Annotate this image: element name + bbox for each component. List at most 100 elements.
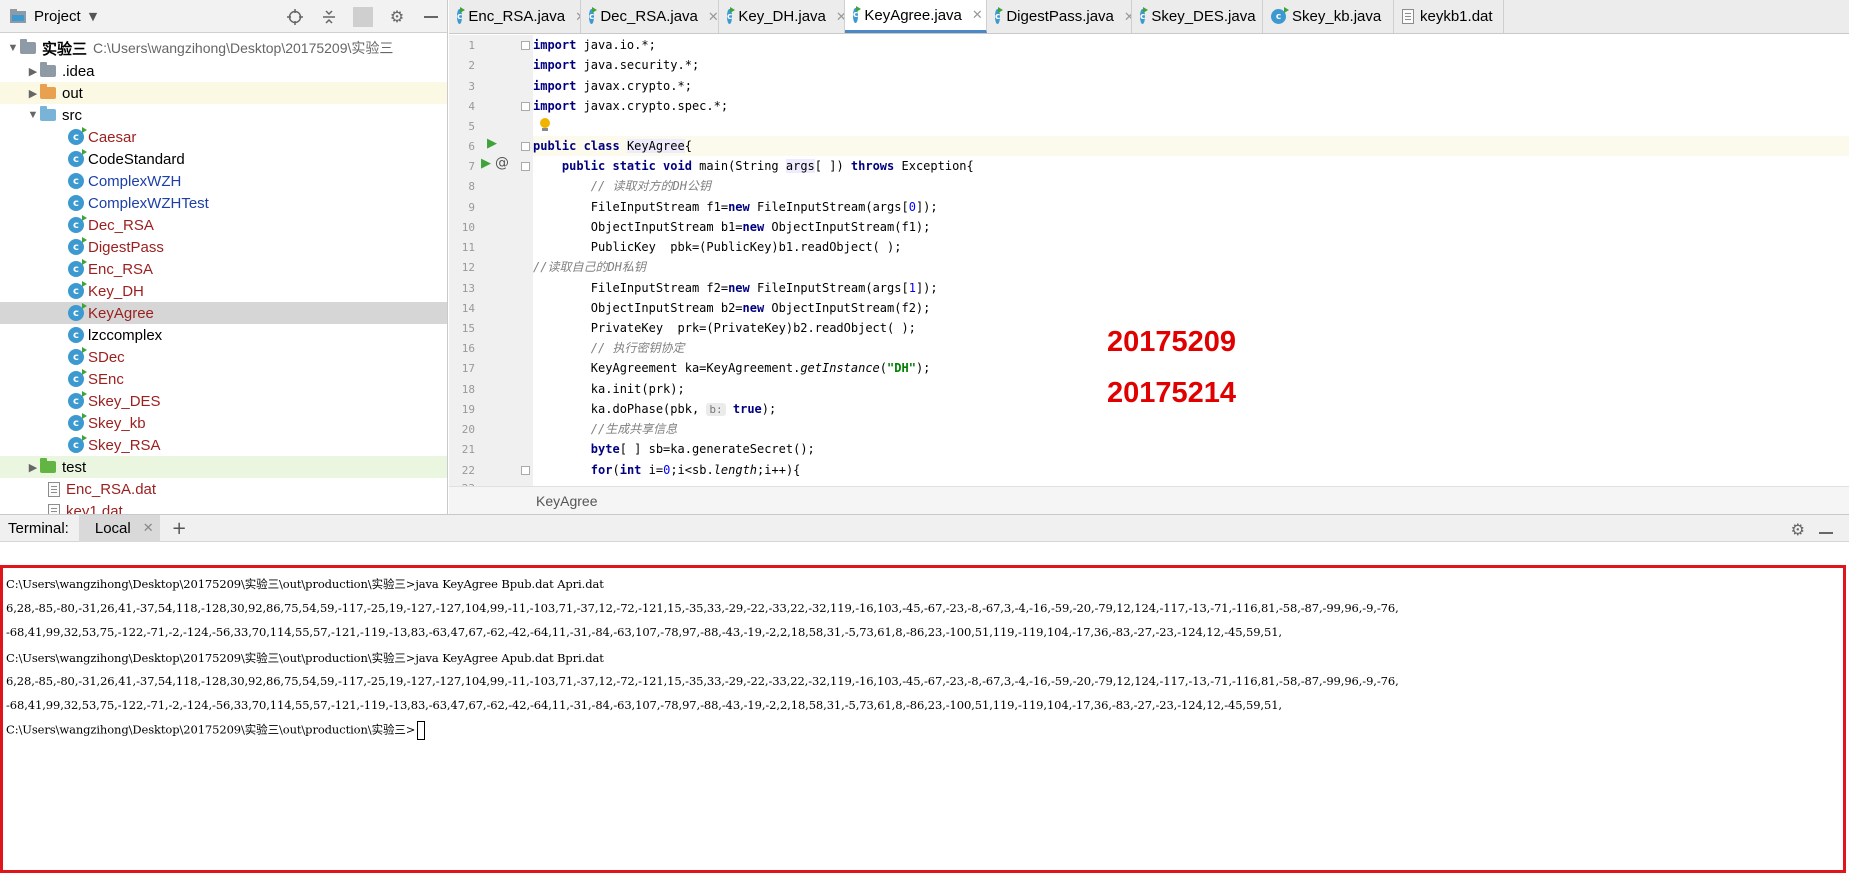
tab-label: KeyAgree.java xyxy=(864,6,962,24)
chevron-down-icon[interactable]: ▼ xyxy=(89,10,97,23)
tab-keyagree[interactable]: c KeyAgree.java ✕ xyxy=(845,0,987,33)
class-icon: c xyxy=(68,127,87,145)
tree-item-label: key1.dat xyxy=(66,502,123,515)
line-number: 11 xyxy=(461,241,475,254)
tree-item-key-dh[interactable]: c Key_DH xyxy=(0,280,447,302)
new-terminal-tab-icon[interactable]: + xyxy=(172,518,187,539)
code-editor[interactable]: ▶ ▶ @ import java.io.*; import java.secu… xyxy=(449,35,1849,486)
class-icon: c xyxy=(995,7,1004,24)
run-main-icon[interactable]: ▶ xyxy=(481,156,491,171)
tree-root[interactable]: ▼ 实验三 C:\Users\wangzihong\Desktop\201752… xyxy=(0,37,447,59)
tree-item-test[interactable]: ▶ test xyxy=(0,456,447,478)
line-number: 13 xyxy=(461,282,475,295)
tree-item-out[interactable]: ▶ out xyxy=(0,82,447,104)
tree-item-label: src xyxy=(62,106,82,124)
folder-icon xyxy=(40,62,56,77)
tab-key-dh[interactable]: c Key_DH.java ✕ xyxy=(719,0,845,33)
code-line: import java.io.*; xyxy=(533,38,656,52)
tree-item-enc-rsa-dat[interactable]: Enc_RSA.dat xyxy=(0,478,447,500)
tree-item-key1-dat[interactable]: key1.dat xyxy=(0,500,447,515)
run-class-icon[interactable]: ▶ xyxy=(487,136,497,151)
tree-item-codestandard[interactable]: c CodeStandard xyxy=(0,148,447,170)
chevron-right-icon[interactable]: ▶ xyxy=(26,65,40,78)
student-id-2: 20175214 xyxy=(1107,377,1237,409)
code-line: for(int i=0;i<sb.length;i++){ xyxy=(590,463,801,477)
code-line: import java.security.*; xyxy=(533,58,700,72)
fold-marker-icon[interactable] xyxy=(521,466,530,475)
test-folder-icon xyxy=(40,458,56,473)
tree-item-caesar[interactable]: c Caesar xyxy=(0,126,447,148)
chevron-down-icon[interactable]: ▼ xyxy=(26,109,40,121)
code-area[interactable]: import java.io.*; import java.security.*… xyxy=(533,35,1849,486)
line-number: 5 xyxy=(468,120,475,133)
class-icon: c xyxy=(68,435,87,453)
class-icon: c xyxy=(727,7,736,24)
terminal-prompt: C:\Users\wangzihong\Desktop\20175209\实验三… xyxy=(6,722,416,737)
collapse-all-icon[interactable] xyxy=(319,9,339,25)
minimize-icon[interactable] xyxy=(421,15,441,19)
breadcrumb-item[interactable]: KeyAgree xyxy=(536,493,597,509)
tree-item-label: Caesar xyxy=(88,128,137,146)
tree-item-complexwzhtest[interactable]: c ComplexWZHTest xyxy=(0,192,447,214)
minimize-icon[interactable] xyxy=(1819,520,1833,539)
code-line: PublicKey pbk=(PublicKey)b1.readObject( … xyxy=(590,240,902,254)
class-icon: c xyxy=(68,149,87,167)
tree-item-skey-kb[interactable]: c Skey_kb xyxy=(0,412,447,434)
close-icon[interactable]: ✕ xyxy=(708,9,718,25)
line-number: 21 xyxy=(461,443,475,456)
class-icon: c xyxy=(68,215,87,233)
class-icon: c xyxy=(1271,7,1289,24)
tree-item-skey-rsa[interactable]: c Skey_RSA xyxy=(0,434,447,456)
close-icon[interactable]: ✕ xyxy=(972,7,983,23)
fold-marker-icon[interactable] xyxy=(521,162,530,171)
chevron-right-icon[interactable]: ▶ xyxy=(26,87,40,100)
terminal-body[interactable]: C:\Users\wangzihong\Desktop\20175209\实验三… xyxy=(0,543,1849,878)
class-icon: c xyxy=(68,195,84,211)
fold-marker-icon[interactable] xyxy=(521,41,530,50)
locate-icon[interactable] xyxy=(285,8,305,25)
terminal-tab-local[interactable]: Local ✕ xyxy=(78,514,160,542)
tab-enc-rsa[interactable]: c Enc_RSA.java ✕ xyxy=(449,0,581,33)
chevron-right-icon[interactable]: ▶ xyxy=(26,461,40,474)
tree-item-lzccomplex[interactable]: c lzccomplex xyxy=(0,324,447,346)
gear-icon[interactable]: ⚙ xyxy=(387,7,407,26)
close-icon[interactable]: ✕ xyxy=(143,520,154,536)
project-panel-header: Project ▼ ⚙ xyxy=(0,0,447,33)
tab-dec-rsa[interactable]: c Dec_RSA.java ✕ xyxy=(581,0,719,33)
tab-skey-des[interactable]: c Skey_DES.java xyxy=(1132,0,1263,33)
terminal-prompt-line[interactable]: C:\Users\wangzihong\Desktop\20175209\实验三… xyxy=(6,721,426,740)
close-icon[interactable]: ✕ xyxy=(1124,9,1131,25)
code-line: //生成共享信息 xyxy=(590,422,678,436)
tree-item-label: Enc_RSA xyxy=(88,260,154,278)
tree-root-path: C:\Users\wangzihong\Desktop\20175209\实验三 xyxy=(93,40,394,56)
fold-marker-icon[interactable] xyxy=(521,102,530,111)
project-panel-title[interactable]: Project xyxy=(34,8,81,25)
tree-item-skey-des[interactable]: c Skey_DES xyxy=(0,390,447,412)
tab-skey-kb[interactable]: c Skey_kb.java xyxy=(1263,0,1394,33)
tab-digestpass[interactable]: c DigestPass.java ✕ xyxy=(987,0,1132,33)
tab-keykb1-dat[interactable]: keykb1.dat xyxy=(1394,0,1504,33)
tree-item-src[interactable]: ▼ src xyxy=(0,104,447,126)
tree-item-label: Skey_RSA xyxy=(88,436,161,454)
close-icon[interactable]: ✕ xyxy=(836,9,844,25)
chevron-down-icon[interactable]: ▼ xyxy=(6,42,20,54)
source-folder-icon xyxy=(40,106,56,121)
tree-item-keyagree[interactable]: c KeyAgree xyxy=(0,302,447,324)
tree-item-digestpass[interactable]: c DigestPass xyxy=(0,236,447,258)
tree-item-enc-rsa[interactable]: c Enc_RSA xyxy=(0,258,447,280)
fold-marker-icon[interactable] xyxy=(521,142,530,151)
tree-item-label: test xyxy=(62,458,87,476)
code-line: ObjectInputStream b2=new ObjectInputStre… xyxy=(590,301,931,315)
tree-item-label: ComplexWZH xyxy=(88,172,182,190)
tree-item-complexwzh[interactable]: c ComplexWZH xyxy=(0,170,447,192)
override-marker-icon: @ xyxy=(495,155,509,171)
tree-item-label: Dec_RSA xyxy=(88,216,154,234)
gear-icon[interactable]: ⚙ xyxy=(1791,520,1805,539)
tree-item-dec-rsa[interactable]: c Dec_RSA xyxy=(0,214,447,236)
tree-item-idea[interactable]: ▶ .idea xyxy=(0,60,447,82)
class-icon: c xyxy=(68,391,87,409)
project-icon xyxy=(10,9,26,23)
tree-item-senc[interactable]: c SEnc xyxy=(0,368,447,390)
line-number: 6 xyxy=(468,140,475,153)
tree-item-sdec[interactable]: c SDec xyxy=(0,346,447,368)
